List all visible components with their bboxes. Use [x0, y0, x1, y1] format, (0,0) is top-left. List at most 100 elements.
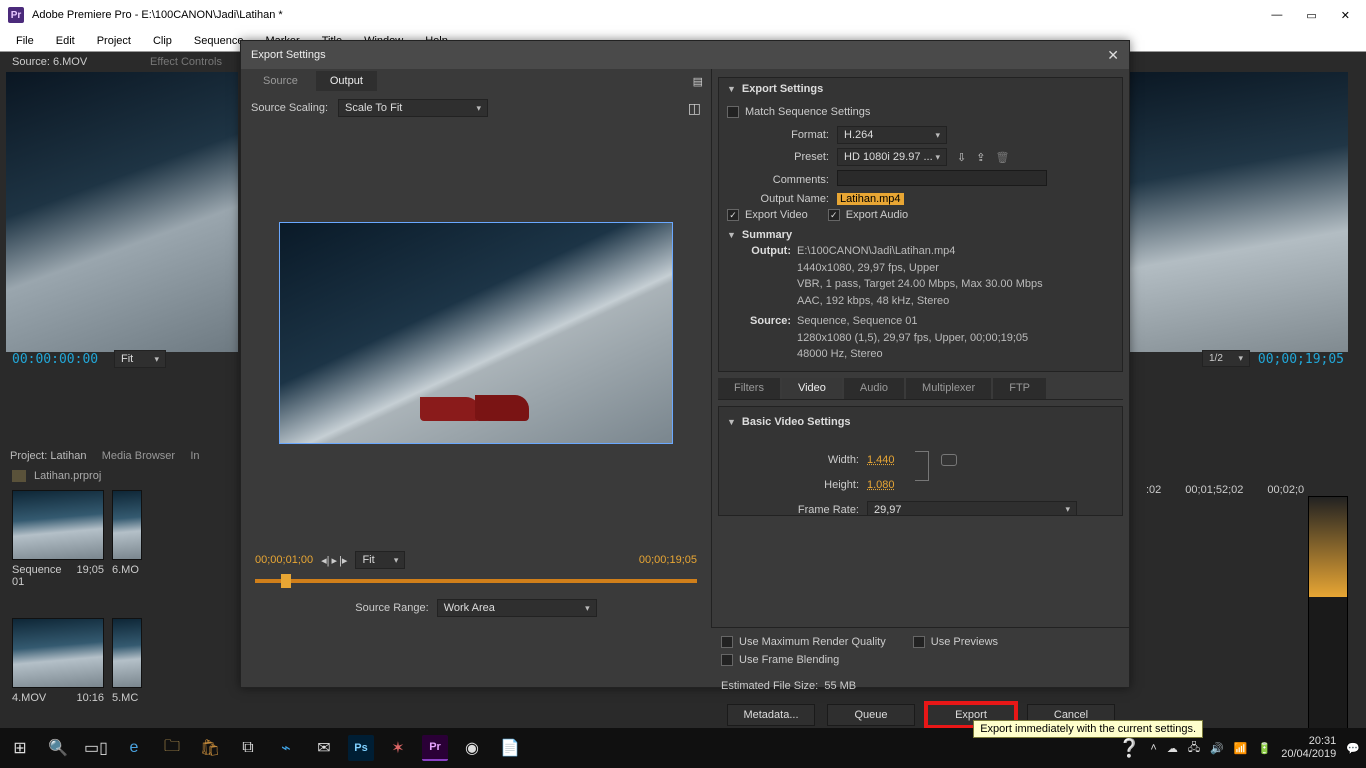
export-video-label: Export Video: [745, 209, 808, 221]
step-back-button[interactable]: ◂|: [321, 554, 329, 567]
source-scaling-dropdown[interactable]: Scale To Fit: [338, 99, 488, 117]
wifi-tray-icon[interactable]: 📶: [1234, 742, 1248, 755]
disclosure-icon[interactable]: ▼: [727, 84, 736, 94]
preset-label: Preset:: [745, 151, 837, 163]
export-audio-label: Export Audio: [846, 209, 908, 221]
app-icon-red[interactable]: ✶: [384, 734, 412, 762]
menu-project[interactable]: Project: [87, 33, 141, 49]
app-icon-blue[interactable]: ⌁: [272, 734, 300, 762]
bin-item-name: Sequence 01: [12, 564, 76, 588]
effect-controls-tab[interactable]: Effect Controls: [150, 56, 222, 68]
save-preset-icon[interactable]: ⇩: [957, 151, 966, 164]
dialog-close-button[interactable]: ✕: [1107, 47, 1119, 64]
bin-item-clip-6[interactable]: 6.MO: [112, 490, 142, 588]
clock-time: 20:31: [1281, 735, 1336, 748]
app-icon: Pr: [8, 7, 24, 23]
delete-preset-icon[interactable]: 🗑: [995, 151, 1009, 164]
minimize-button[interactable]: —: [1271, 9, 1282, 22]
dialog-titlebar[interactable]: Export Settings ✕: [241, 41, 1129, 69]
project-panel-tabs: Project: Latihan Media Browser In: [10, 450, 200, 462]
start-button[interactable]: ⊞: [6, 734, 34, 762]
format-label: Format:: [745, 129, 837, 141]
match-sequence-checkbox[interactable]: [727, 106, 739, 118]
max-render-checkbox[interactable]: [721, 636, 733, 648]
dropbox-icon[interactable]: ⧉: [234, 734, 262, 762]
export-video-checkbox[interactable]: ✓: [727, 209, 739, 221]
playhead[interactable]: [281, 574, 291, 588]
program-out-timecode: 00;00;19;05: [1258, 352, 1344, 367]
help-tray-icon[interactable]: ❔: [1118, 738, 1140, 759]
mail-icon[interactable]: ✉: [310, 734, 338, 762]
step-fwd-button[interactable]: |▸: [339, 554, 347, 567]
tab-video[interactable]: Video: [782, 378, 842, 399]
framerate-dropdown[interactable]: 29,97: [867, 501, 1077, 516]
audio-meter: [1308, 496, 1348, 748]
in-timecode[interactable]: 00;00;01;00: [255, 554, 313, 566]
tab-ftp[interactable]: FTP: [993, 378, 1046, 399]
panel-menu-icon[interactable]: ▤: [693, 75, 703, 88]
height-value[interactable]: 1.080: [867, 479, 895, 491]
store-icon[interactable]: 🛍: [196, 734, 224, 762]
chrome-icon[interactable]: ◉: [458, 734, 486, 762]
comments-input[interactable]: [837, 170, 1047, 186]
search-icon[interactable]: 🔍: [44, 734, 72, 762]
menu-edit[interactable]: Edit: [46, 33, 85, 49]
output-name-link[interactable]: Latihan.mp4: [837, 193, 904, 205]
premiere-icon[interactable]: Pr: [422, 735, 448, 761]
play-button[interactable]: ▸: [332, 554, 338, 567]
export-audio-checkbox[interactable]: ✓: [828, 209, 840, 221]
edge-icon[interactable]: e: [120, 734, 148, 762]
tab-source[interactable]: Source: [249, 71, 312, 91]
volume-tray-icon[interactable]: 🔊: [1210, 742, 1224, 755]
tab-audio[interactable]: Audio: [844, 378, 904, 399]
maximize-button[interactable]: ▭: [1306, 9, 1316, 22]
taskbar-clock[interactable]: 20:31 20/04/2019: [1281, 735, 1336, 761]
crop-icon[interactable]: ◫: [688, 100, 701, 117]
metadata-button[interactable]: Metadata...: [727, 704, 815, 726]
tray-chevron-icon[interactable]: ˄: [1150, 742, 1156, 754]
bin-item-name: 5.MC: [112, 692, 138, 704]
format-dropdown[interactable]: H.264: [837, 126, 947, 144]
close-window-button[interactable]: ✕: [1341, 9, 1350, 22]
preview-zoom-dropdown[interactable]: Fit: [355, 551, 405, 569]
battery-tray-icon[interactable]: 🔋: [1258, 742, 1272, 755]
preset-dropdown[interactable]: HD 1080i 29.97 ...: [837, 148, 947, 166]
import-preset-icon[interactable]: ⇪: [976, 151, 985, 164]
bin-item-clip-5[interactable]: 5.MC: [112, 618, 142, 704]
info-tab[interactable]: In: [190, 450, 199, 462]
tab-output[interactable]: Output: [316, 71, 377, 91]
export-settings-dialog: Export Settings ✕ Source Output ▤ Source…: [240, 40, 1130, 688]
frame-blending-checkbox[interactable]: [721, 654, 733, 666]
menu-clip[interactable]: Clip: [143, 33, 182, 49]
estimated-size-label: Estimated File Size:: [721, 680, 818, 692]
disclosure-icon[interactable]: ▼: [727, 230, 736, 240]
tab-filters[interactable]: Filters: [718, 378, 780, 399]
tab-multiplexer[interactable]: Multiplexer: [906, 378, 991, 399]
network-tray-icon[interactable]: 🖧: [1188, 739, 1200, 758]
explorer-icon[interactable]: 🗀: [158, 734, 186, 762]
width-label: Width:: [737, 454, 867, 466]
source-panel-tab[interactable]: Source: 6.MOV: [12, 56, 87, 68]
source-frame: [6, 72, 238, 352]
bin-item-clip-4[interactable]: 4.MOV10:16: [12, 618, 104, 704]
task-view-icon[interactable]: ▭▯: [82, 734, 110, 762]
width-value[interactable]: 1.440: [867, 454, 895, 466]
notepad-icon[interactable]: 📄: [496, 734, 524, 762]
bin-item-sequence[interactable]: Sequence 0119;05: [12, 490, 104, 588]
source-zoom-dropdown[interactable]: Fit: [114, 350, 166, 368]
menu-file[interactable]: File: [6, 33, 44, 49]
link-dimensions-icon[interactable]: [941, 454, 957, 466]
media-browser-tab[interactable]: Media Browser: [102, 450, 175, 462]
project-tab[interactable]: Project: Latihan: [10, 450, 86, 462]
onedrive-tray-icon[interactable]: ☁: [1167, 742, 1178, 755]
windows-titlebar: Pr Adobe Premiere Pro - E:\100CANON\Jadi…: [0, 0, 1366, 30]
source-range-dropdown[interactable]: Work Area: [437, 599, 597, 617]
disclosure-icon[interactable]: ▼: [727, 417, 736, 427]
preview-timeline-slider[interactable]: [255, 579, 697, 583]
queue-button[interactable]: Queue: [827, 704, 915, 726]
photoshop-icon[interactable]: Ps: [348, 735, 374, 761]
notifications-icon[interactable]: 💬: [1346, 742, 1360, 755]
out-timecode[interactable]: 00;00;19;05: [639, 554, 697, 566]
use-previews-checkbox[interactable]: [913, 636, 925, 648]
program-pager-dropdown[interactable]: 1/2: [1202, 350, 1250, 367]
